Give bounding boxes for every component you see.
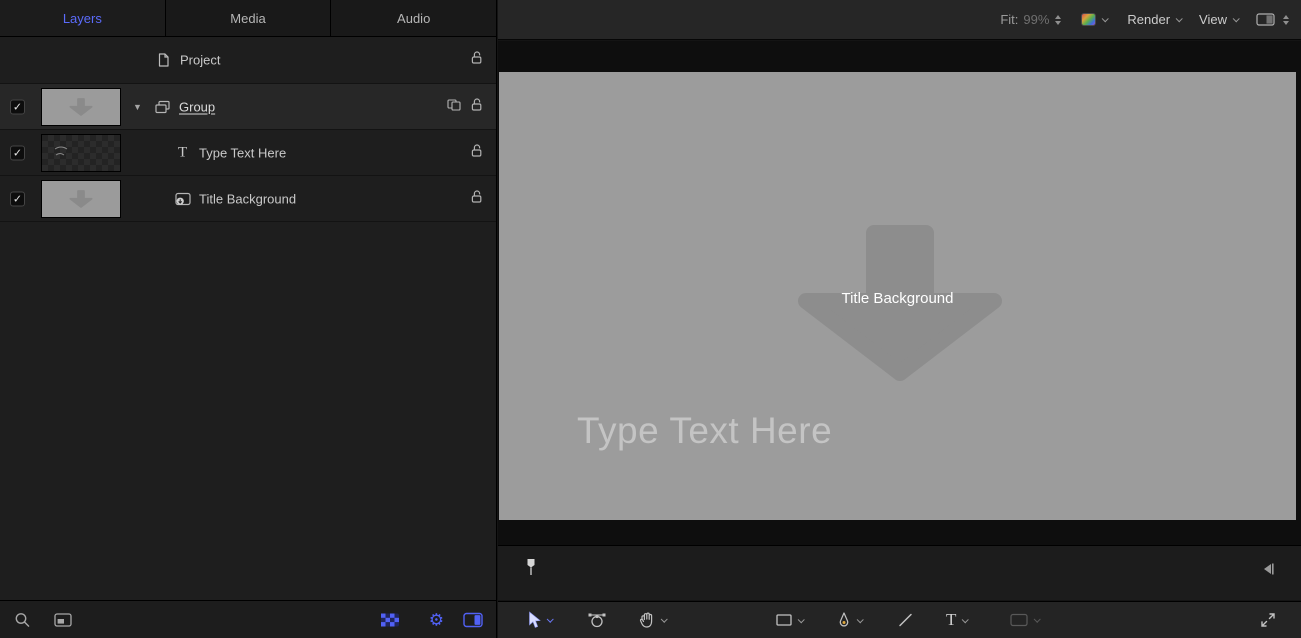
display-layout-stepper bbox=[1283, 14, 1289, 25]
out-point-marker-icon[interactable] bbox=[1261, 562, 1275, 580]
arrow-thumb-graphic bbox=[69, 189, 93, 208]
unlock-icon[interactable] bbox=[470, 143, 483, 163]
canvas-toolbar: T bbox=[498, 601, 1301, 638]
view-menu[interactable]: View bbox=[1199, 12, 1240, 27]
display-layout-icon bbox=[1256, 13, 1275, 26]
text-layer-label: Type Text Here bbox=[199, 145, 287, 160]
canvas-title-background-text[interactable]: Title Background bbox=[499, 290, 1296, 307]
diagonal-resize-icon bbox=[1261, 613, 1275, 627]
unlock-icon[interactable] bbox=[470, 50, 483, 70]
render-label: Render bbox=[1127, 12, 1171, 27]
blend-mode-icon bbox=[447, 98, 461, 116]
chevron-down-icon bbox=[546, 615, 554, 623]
tab-layers[interactable]: Layers bbox=[0, 0, 166, 36]
project-label: Project bbox=[180, 52, 221, 68]
pen-tool-icon bbox=[839, 612, 849, 627]
search-icon[interactable] bbox=[14, 611, 31, 628]
image-well-icon bbox=[1010, 613, 1028, 627]
chevron-down-icon bbox=[1033, 615, 1041, 623]
chevron-down-icon bbox=[962, 615, 970, 623]
fit-label: Fit: bbox=[1000, 12, 1019, 27]
group-icon bbox=[155, 100, 170, 113]
text-layer-icon: T bbox=[178, 144, 188, 160]
resize-toolbar-control[interactable] bbox=[1260, 612, 1276, 628]
rectangle-tool-icon bbox=[776, 614, 792, 626]
group-label: Group bbox=[179, 99, 216, 114]
layer-row-project[interactable]: Project bbox=[0, 37, 496, 84]
chevron-down-icon bbox=[1232, 15, 1240, 23]
canvas-placeholder-text[interactable]: Type Text Here bbox=[577, 410, 832, 452]
paint-stroke-tool[interactable] bbox=[898, 613, 913, 628]
render-menu[interactable]: Render bbox=[1127, 12, 1183, 27]
playhead-icon[interactable] bbox=[526, 558, 536, 581]
chevron-down-icon bbox=[1175, 15, 1183, 23]
channels-menu[interactable] bbox=[1081, 13, 1110, 26]
layer-row-background[interactable]: ✓ Title Background bbox=[0, 176, 496, 222]
panel-tabbar: Layers Media Audio bbox=[0, 0, 496, 37]
display-layout-control[interactable] bbox=[1256, 13, 1289, 26]
unlock-icon[interactable] bbox=[470, 189, 483, 209]
media-layer-icon bbox=[175, 192, 191, 206]
viewer-toolbar: Fit: 99% Render View bbox=[498, 0, 1301, 40]
text-tool-icon: T bbox=[946, 610, 957, 629]
layer-row-group[interactable]: ✓ ▼ Group bbox=[0, 84, 496, 130]
motion-window: Layers Media Audio Project ✓ ▼ Group ✓ T… bbox=[0, 0, 1301, 638]
background-activation-checkbox[interactable]: ✓ bbox=[10, 191, 25, 206]
unlock-icon[interactable] bbox=[470, 97, 483, 117]
pan-tool[interactable] bbox=[639, 612, 668, 629]
canvas[interactable]: Title Background Type Text Here bbox=[499, 72, 1296, 520]
text-thumbnail bbox=[41, 133, 121, 172]
adjust-item-tool[interactable] bbox=[588, 612, 606, 628]
layer-row-text[interactable]: ✓ T Type Text Here bbox=[0, 130, 496, 176]
group-thumbnail bbox=[41, 87, 121, 126]
zoom-stepper[interactable] bbox=[1055, 14, 1062, 25]
preview-area-icon[interactable] bbox=[54, 612, 72, 627]
image-mask-tool[interactable] bbox=[1010, 613, 1041, 627]
background-thumbnail bbox=[41, 179, 121, 218]
chevron-down-icon bbox=[797, 615, 805, 623]
panels-toggle-icon[interactable] bbox=[463, 612, 483, 627]
gear-icon[interactable]: ⚙ bbox=[429, 611, 444, 628]
canvas-area: Title Background Type Text Here bbox=[498, 41, 1301, 545]
text-tool[interactable]: T bbox=[946, 610, 970, 630]
text-thumb-graphic bbox=[54, 146, 68, 155]
cursor-arrow-icon bbox=[529, 611, 541, 628]
background-layer-label: Title Background bbox=[199, 191, 297, 206]
select-transform-tool[interactable] bbox=[528, 611, 554, 629]
chevron-down-icon bbox=[1102, 15, 1110, 23]
arrow-thumb-graphic bbox=[69, 97, 93, 116]
document-icon bbox=[157, 53, 170, 68]
line-tool-icon bbox=[899, 613, 912, 627]
color-channels-icon bbox=[1081, 13, 1097, 26]
shape-tool[interactable] bbox=[776, 614, 805, 626]
chevron-down-icon bbox=[660, 615, 668, 623]
text-activation-checkbox[interactable]: ✓ bbox=[10, 145, 25, 160]
disclosure-triangle-icon[interactable]: ▼ bbox=[133, 102, 142, 112]
group-activation-checkbox[interactable]: ✓ bbox=[10, 99, 25, 114]
zoom-value[interactable]: 99% bbox=[1023, 12, 1049, 27]
transparency-checker-icon[interactable] bbox=[381, 613, 399, 626]
layers-panel-footer: ⚙ bbox=[0, 600, 496, 638]
mini-timeline[interactable] bbox=[498, 545, 1301, 600]
layers-panel: Layers Media Audio Project ✓ ▼ Group ✓ T… bbox=[0, 0, 497, 638]
edit-points-icon bbox=[588, 613, 606, 628]
view-label: View bbox=[1199, 12, 1227, 27]
tab-media[interactable]: Media bbox=[166, 0, 332, 36]
tab-audio[interactable]: Audio bbox=[331, 0, 496, 36]
mask-tool[interactable] bbox=[837, 612, 864, 628]
chevron-down-icon bbox=[856, 615, 864, 623]
hand-icon bbox=[639, 612, 653, 628]
